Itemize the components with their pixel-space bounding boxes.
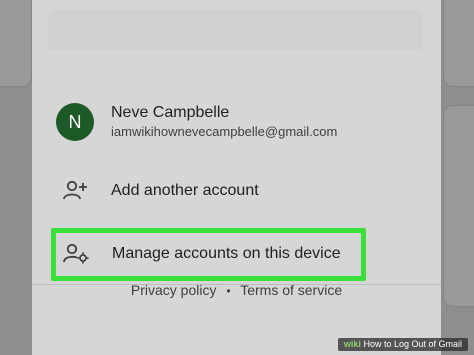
watermark-title: How to Log Out of Gmail [363,339,462,349]
sheet-top-faded-area [48,10,423,50]
avatar-initial: N [68,111,82,132]
background-card-right-lower [443,105,474,307]
footer-links: Privacy policy • Terms of service [32,280,441,300]
watermark: wiki How to Log Out of Gmail [337,338,468,351]
footer-separator: • [226,284,231,298]
background-card-left [0,0,32,87]
terms-of-service-link[interactable]: Terms of service [240,282,342,298]
avatar[interactable]: N [56,103,94,141]
account-email: iamwikihownevecampbelle@gmail.com [111,124,338,139]
privacy-policy-link[interactable]: Privacy policy [131,282,217,298]
add-account-label: Add another account [111,182,259,199]
watermark-brand: wiki [343,339,361,349]
background-card-right [443,0,474,87]
person-add-icon [62,180,90,207]
highlight-box [51,228,366,281]
account-name: Neve Campbelle [111,104,230,121]
add-account-row[interactable]: Add another account [48,170,428,214]
